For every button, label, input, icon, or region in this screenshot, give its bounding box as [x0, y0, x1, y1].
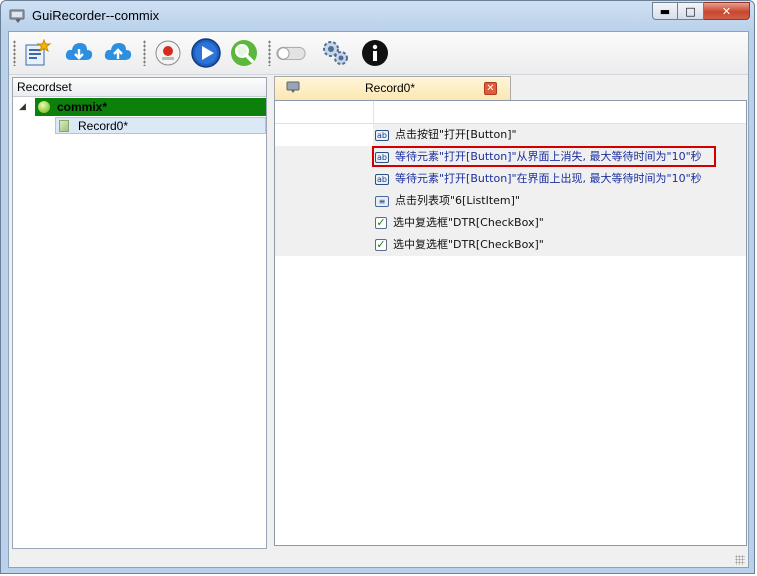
toggle-button[interactable] [275, 37, 307, 69]
table-row[interactable]: ✓ 选中复选框"DTR[CheckBox]" [275, 212, 746, 234]
record-button[interactable] [152, 37, 184, 69]
table-row[interactable]: ✓ 选中复选框"DTR[CheckBox]" [275, 234, 746, 256]
text-button-icon: ab [375, 173, 389, 185]
close-button[interactable]: ✕ [704, 2, 750, 20]
toolbar-grip[interactable] [13, 40, 16, 66]
maximize-icon: □ [685, 4, 696, 18]
tree-node-label: Record0* [78, 119, 129, 133]
tree-node-record0[interactable]: Record0* [55, 117, 266, 134]
info-icon [362, 40, 388, 66]
download-cloud-icon [65, 43, 93, 60]
grid-header [275, 101, 746, 124]
step-text: 点击按钮"打开[Button]" [395, 128, 517, 141]
table-row[interactable]: ≡ 点击列表项"6[ListItem]" [275, 190, 746, 212]
column-divider[interactable] [373, 101, 374, 123]
status-bar [9, 551, 748, 567]
play-icon [191, 38, 221, 68]
project-icon [38, 101, 50, 113]
step-text: 等待元素"打开[Button]"在界面上出现, 最大等待时间为"10"秒 [395, 172, 702, 185]
app-icon [9, 9, 25, 23]
selected-step-highlight [372, 146, 716, 167]
record-tab-icon [286, 81, 300, 93]
recordset-pane: Recordset ◢ commix* Record0* [12, 77, 267, 549]
download-button[interactable] [63, 37, 95, 69]
minimize-button[interactable]: ▬ [652, 2, 678, 20]
step-text: 点击列表项"6[ListItem]" [395, 194, 520, 207]
new-record-button[interactable] [21, 37, 53, 69]
toggle-icon [276, 46, 306, 61]
upload-cloud-icon [104, 43, 132, 60]
record-file-icon [59, 120, 69, 132]
settings-button[interactable] [319, 37, 351, 69]
text-button-icon: ab [375, 129, 389, 141]
tree-node-label: commix* [57, 100, 108, 114]
collapse-arrow-icon[interactable]: ◢ [19, 98, 26, 116]
title-bar[interactable]: GuiRecorder--commix ▬ □ ✕ [1, 1, 756, 31]
play-button[interactable] [190, 37, 222, 69]
row-header[interactable] [275, 124, 295, 146]
app-window: GuiRecorder--commix ▬ □ ✕ Recordset ◢ co… [0, 0, 755, 574]
record-icon [155, 40, 181, 66]
inspect-button[interactable] [228, 37, 260, 69]
tab-record0[interactable]: Record0* ✕ [274, 76, 511, 100]
selected-node[interactable]: commix* [35, 98, 266, 116]
window-title: GuiRecorder--commix [32, 8, 160, 23]
recordset-header: Recordset [13, 78, 266, 97]
toolbar-grip[interactable] [143, 40, 146, 66]
info-button[interactable] [359, 37, 391, 69]
tab-close-icon[interactable]: ✕ [484, 82, 497, 95]
new-record-icon [25, 38, 52, 66]
toolbar-grip[interactable] [268, 40, 271, 66]
steps-grid: ab 点击按钮"打开[Button]" ab 等待元素"打开[Button]"从界面… [274, 100, 747, 546]
settings-icon [323, 41, 348, 65]
resize-grip-icon[interactable] [735, 555, 745, 565]
step-text: 选中复选框"DTR[CheckBox]" [393, 216, 544, 229]
checkbox-icon: ✓ [375, 238, 387, 251]
pane-splitter[interactable] [267, 77, 274, 549]
upload-button[interactable] [102, 37, 134, 69]
tab-label: Record0* [365, 81, 416, 95]
tree-node-commix[interactable]: ◢ commix* [17, 98, 266, 116]
minimize-icon: ▬ [659, 4, 671, 18]
table-row[interactable]: ab 等待元素"打开[Button]"在界面上出现, 最大等待时间为"10"秒 [275, 168, 746, 190]
row-gutter [295, 124, 373, 146]
maximize-button[interactable]: □ [678, 2, 704, 20]
list-item-icon: ≡ [375, 195, 389, 207]
table-row[interactable]: ab 点击按钮"打开[Button]" [275, 124, 746, 146]
table-row[interactable]: ab 等待元素"打开[Button]"从界面上消失, 最大等待时间为"10"秒 [275, 146, 746, 168]
step-text: 选中复选框"DTR[CheckBox]" [393, 238, 544, 251]
close-icon: ✕ [721, 4, 732, 18]
client-area: Recordset ◢ commix* Record0* Record0* ✕ [8, 31, 749, 568]
checkbox-icon: ✓ [375, 216, 387, 229]
toolbar [9, 32, 748, 75]
inspect-icon [231, 40, 257, 66]
